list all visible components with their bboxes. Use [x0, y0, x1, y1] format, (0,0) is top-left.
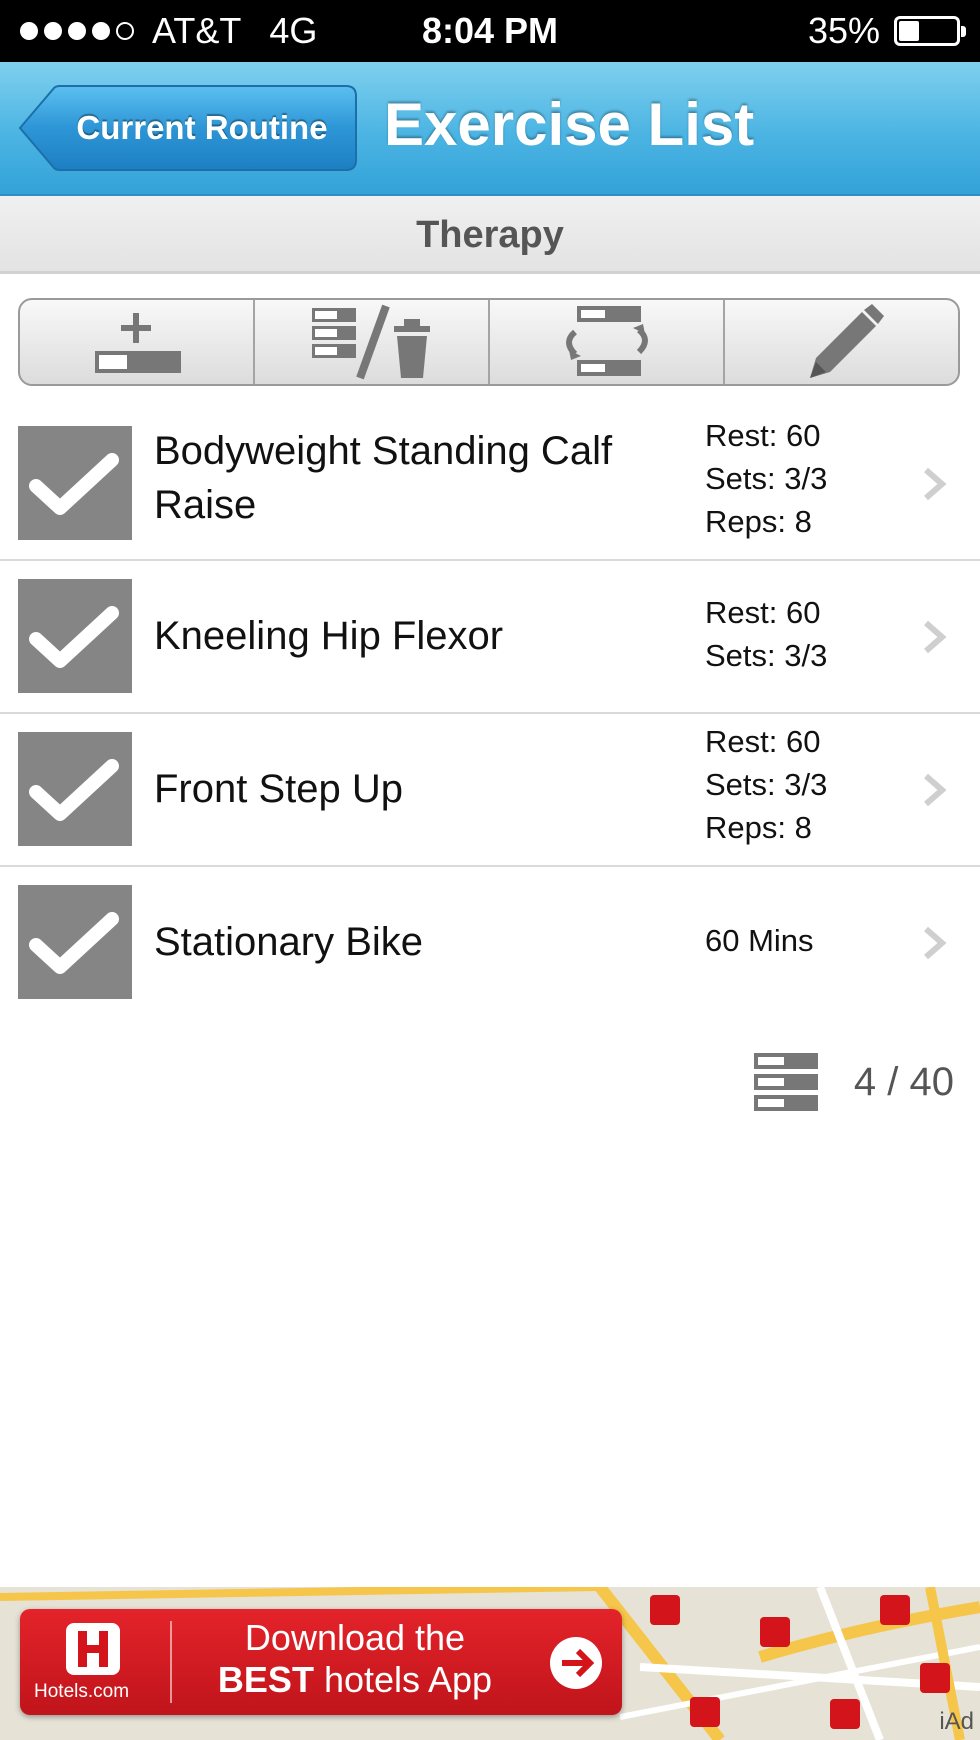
ad-divider	[170, 1621, 172, 1703]
exercise-name: Bodyweight Standing Calf Raise	[154, 429, 613, 527]
ad-headline-line1: Download the	[244, 1617, 466, 1658]
checkmark-icon	[29, 606, 119, 668]
list-item[interactable]: Front Step Up Rest: 60 Sets: 3/3 Reps: 8	[0, 714, 980, 867]
ad-headline-bold: BEST	[217, 1659, 314, 1700]
exercise-stats: Rest: 60 Sets: 3/3 Reps: 8	[705, 720, 905, 849]
list-icon	[753, 1053, 818, 1111]
add-exercise-icon	[94, 313, 181, 373]
pencil-icon	[809, 304, 884, 378]
checkmark-icon	[29, 912, 119, 974]
chevron-right-icon	[924, 773, 947, 807]
reps-stat: Reps: 8	[705, 504, 812, 539]
checkmark-icon	[29, 759, 119, 821]
exercise-count: 4 / 40	[753, 1052, 954, 1112]
completed-checkbox[interactable]	[18, 579, 132, 693]
back-button[interactable]: Current Routine	[18, 84, 358, 172]
rest-stat: Rest: 60	[705, 595, 821, 630]
exercise-stats: Rest: 60 Sets: 3/3 Reps: 8	[705, 414, 905, 543]
back-button-label: Current Routine	[76, 109, 328, 146]
count-text: 4 / 40	[853, 1059, 954, 1104]
duration-stat: 60 Mins	[705, 923, 814, 958]
status-right: 35%	[807, 10, 966, 52]
page-title: Exercise List	[384, 91, 755, 158]
list-item[interactable]: Kneeling Hip Flexor Rest: 60 Sets: 3/3	[0, 561, 980, 714]
list-item[interactable]: Stationary Bike 60 Mins	[0, 867, 980, 1020]
sets-stat: Sets: 3/3	[705, 638, 828, 673]
ad-headline-rest: hotels App	[313, 1659, 493, 1700]
exercise-name: Kneeling Hip Flexor	[154, 614, 504, 658]
sets-stat: Sets: 3/3	[705, 767, 828, 802]
exercise-toolbar	[18, 298, 960, 386]
battery-percent: 35%	[807, 10, 880, 51]
edit-button[interactable]	[725, 300, 958, 384]
navigation-bar: Current Routine Exercise List	[0, 62, 980, 196]
ad-headline-line2: BEST hotels App	[190, 1659, 520, 1701]
hotels-logo-icon	[66, 1623, 120, 1675]
reps-stat: Reps: 8	[705, 810, 812, 845]
rest-stat: Rest: 60	[705, 724, 821, 759]
exercise-list: Bodyweight Standing Calf Raise Rest: 60 …	[0, 408, 980, 1020]
sets-stat: Sets: 3/3	[705, 461, 828, 496]
completed-checkbox[interactable]	[18, 732, 132, 846]
ad-banner[interactable]: Hotels.com Download the BEST hotels App …	[0, 1587, 980, 1740]
rest-stat: Rest: 60	[705, 418, 821, 453]
chevron-right-icon	[924, 620, 947, 654]
battery-icon	[894, 16, 966, 46]
ad-card[interactable]: Hotels.com Download the BEST hotels App	[20, 1609, 622, 1715]
chevron-right-icon	[924, 467, 947, 501]
exercise-name: Front Step Up	[154, 767, 404, 811]
swap-icon	[565, 306, 648, 376]
exercise-stats: Rest: 60 Sets: 3/3	[705, 591, 905, 677]
ad-brand: Hotels.com	[34, 1681, 130, 1702]
checkmark-icon	[29, 453, 119, 515]
iad-label: iAd	[939, 1708, 974, 1735]
reorder-delete-button[interactable]	[255, 300, 490, 384]
list-item[interactable]: Bodyweight Standing Calf Raise Rest: 60 …	[0, 408, 980, 561]
completed-checkbox[interactable]	[18, 885, 132, 999]
routine-section-header: Therapy	[0, 196, 980, 274]
reorder-delete-icon	[311, 304, 430, 380]
chevron-right-icon	[924, 926, 947, 960]
status-bar: AT&T 4G 8:04 PM 35%	[0, 0, 980, 62]
exercise-name: Stationary Bike	[154, 920, 424, 964]
exercise-stats: 60 Mins	[705, 919, 905, 962]
arrow-right-icon	[550, 1637, 602, 1689]
swap-exercise-button[interactable]	[490, 300, 725, 384]
add-exercise-button[interactable]	[20, 300, 255, 384]
completed-checkbox[interactable]	[18, 426, 132, 540]
